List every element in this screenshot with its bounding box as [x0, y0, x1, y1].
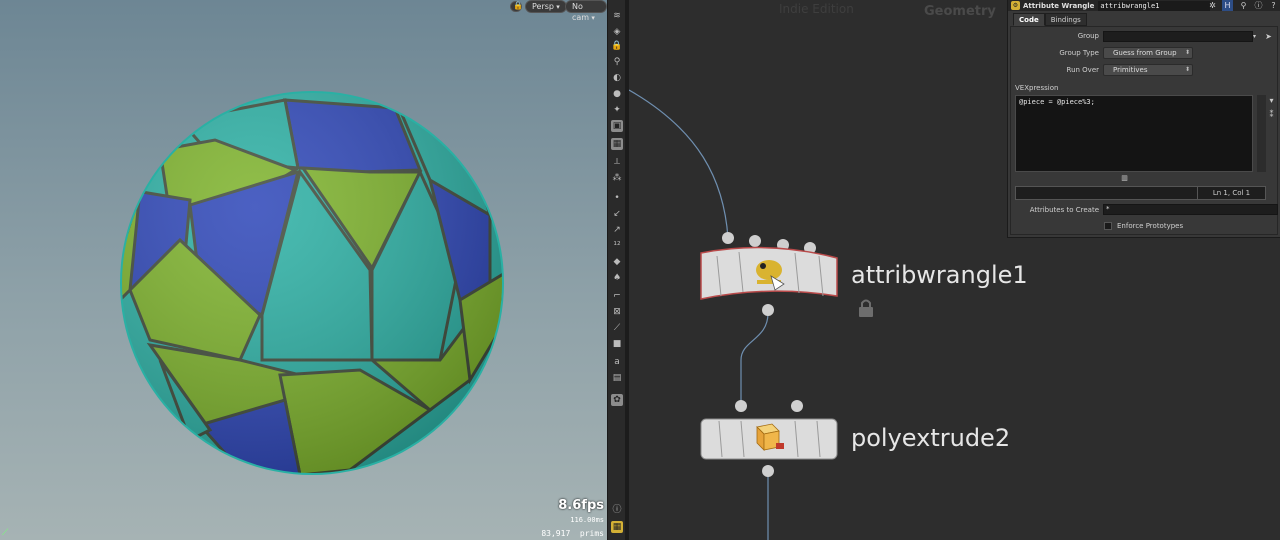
- tab-code[interactable]: Code: [1013, 13, 1045, 26]
- parameter-panel: ⚙ Attribute Wrangle attribwrangle1 ✲ H ⚲…: [1007, 0, 1280, 238]
- parameter-body: Group ▾ ➤ Group Type Guess from Group ⬍ R…: [1010, 26, 1278, 235]
- run-over-value: Primitives: [1113, 66, 1148, 74]
- wire-input: [629, 89, 729, 239]
- group-field[interactable]: [1103, 31, 1253, 42]
- help-question-icon[interactable]: ?: [1268, 0, 1279, 11]
- input-port-1[interactable]: [722, 232, 734, 244]
- run-over-label: Run Over: [1066, 66, 1099, 74]
- chart-icon[interactable]: ▤: [611, 372, 623, 384]
- attributes-to-create-field[interactable]: *: [1103, 204, 1278, 215]
- info-icon[interactable]: ⓘ: [611, 504, 623, 516]
- camera-view-menu[interactable]: Persp: [525, 0, 567, 13]
- expand-menu-icon[interactable]: ▾: [1266, 95, 1277, 106]
- updown-icon: ⬍: [1184, 66, 1190, 73]
- vector-icon[interactable]: ↗: [611, 224, 623, 236]
- node-attribwrangle1[interactable]: [700, 232, 838, 316]
- group-type-value: Guess from Group: [1113, 49, 1177, 57]
- sphere-geometry: [120, 91, 504, 475]
- gear-icon[interactable]: ✲: [1207, 0, 1218, 11]
- wrangle-type-icon: ⚙: [1011, 1, 1020, 10]
- vex-scrollbar[interactable]: [1257, 95, 1266, 172]
- input-port-2[interactable]: [749, 235, 761, 247]
- edge-icon[interactable]: ⟋: [611, 322, 623, 334]
- light-icon[interactable]: ●: [611, 88, 623, 100]
- shading-icon[interactable]: ◐: [611, 72, 623, 84]
- camera-menu[interactable]: No cam: [565, 0, 607, 22]
- updown-icon: ⬍: [1184, 49, 1190, 56]
- search-icon[interactable]: ⚲: [1238, 0, 1249, 11]
- tab-bindings[interactable]: Bindings: [1044, 13, 1087, 26]
- parameter-header: ⚙ Attribute Wrangle attribwrangle1 ✲ H ⚲…: [1008, 0, 1280, 11]
- resize-handle-icon[interactable]: ▥: [1119, 173, 1130, 184]
- vexpression-label: VEXpression: [1015, 84, 1059, 92]
- extrude-input-port-2[interactable]: [791, 400, 803, 412]
- lock-icon[interactable]: 🔒: [611, 40, 623, 52]
- bounds-icon[interactable]: ⌐: [611, 290, 623, 302]
- node-name-field[interactable]: attribwrangle1: [1098, 0, 1211, 11]
- primitive-icon[interactable]: ⊠: [611, 306, 623, 318]
- channel-icon[interactable]: ⁑: [1266, 109, 1277, 120]
- wire-wrangle-to-extrude: [740, 312, 769, 404]
- number-icon[interactable]: ¹²: [611, 240, 623, 252]
- layout-icon[interactable]: ▦: [611, 521, 623, 533]
- info-icon[interactable]: ⓘ: [1253, 0, 1264, 11]
- group-label: Group: [1077, 32, 1099, 40]
- vexpression-editor[interactable]: @piece = @piece%3;: [1015, 95, 1253, 172]
- scene-viewport[interactable]: 🔒 Persp No cam 8.6fps 116.00ms 83,917 pr…: [0, 0, 607, 540]
- settings-icon[interactable]: ✿: [611, 394, 623, 406]
- text-icon[interactable]: a: [611, 356, 623, 368]
- pin-icon[interactable]: ⚲: [611, 56, 623, 68]
- face-icon[interactable]: ■: [611, 338, 623, 350]
- node-polyextrude2[interactable]: [700, 400, 838, 477]
- select-arrow-icon[interactable]: ➤: [1263, 31, 1274, 42]
- bulb-icon[interactable]: ✦: [611, 104, 623, 116]
- axis-gizmo-icon: ⟋: [2, 528, 9, 538]
- display-options-icon[interactable]: ≋: [611, 10, 623, 22]
- group-type-menu[interactable]: Guess from Group ⬍: [1103, 47, 1193, 59]
- node-lock-icon[interactable]: [859, 299, 873, 318]
- ghost-icon[interactable]: ◈: [611, 26, 623, 38]
- node-type-label: Attribute Wrangle: [1023, 1, 1095, 10]
- frame-time-readout: 116.00ms: [570, 516, 604, 524]
- help-icon[interactable]: H: [1222, 0, 1233, 11]
- point-display-icon[interactable]: •: [611, 192, 623, 204]
- cursor-position: Ln 1, Col 1: [1197, 187, 1265, 199]
- output-port[interactable]: [762, 304, 774, 316]
- viewport-lock-icon[interactable]: 🔒: [510, 1, 523, 12]
- normal-icon[interactable]: ↙: [611, 208, 623, 220]
- prim-count: 83,917: [541, 529, 571, 538]
- houdini-window: 🔒 Persp No cam 8.6fps 116.00ms 83,917 pr…: [0, 0, 1280, 540]
- prim-count-readout: 83,917 prims: [541, 529, 604, 538]
- enforce-prototypes-label: Enforce Prototypes: [1117, 222, 1184, 230]
- extrude-input-port-1[interactable]: [735, 400, 747, 412]
- node-label-attribwrangle1[interactable]: attribwrangle1: [851, 261, 1028, 289]
- points-icon[interactable]: ⁂: [611, 172, 623, 184]
- run-over-menu[interactable]: Primitives ⬍: [1103, 64, 1193, 76]
- group-dropdown-icon[interactable]: ▾: [1249, 31, 1260, 42]
- vex-code[interactable]: @piece = @piece%3;: [1016, 96, 1252, 108]
- group-type-label: Group Type: [1059, 49, 1099, 57]
- enforce-prototypes-checkbox[interactable]: [1104, 222, 1112, 230]
- prim-label: prims: [579, 529, 604, 538]
- node-label-polyextrude2[interactable]: polyextrude2: [851, 424, 1010, 452]
- extrude-output-port[interactable]: [762, 465, 774, 477]
- template-icon[interactable]: ♠: [611, 272, 623, 284]
- attributes-to-create-label: Attributes to Create: [1029, 206, 1099, 214]
- viewport-toolbar: ≋ ◈ 🔒 ⚲ ◐ ● ✦ ▣ ▦ ⟂ ⁂ • ↙ ↗ ¹² ◆ ♠ ⌐ ⊠ ⟋…: [607, 0, 625, 540]
- camera-icon[interactable]: ▣: [611, 120, 623, 132]
- snap-icon[interactable]: ⟂: [611, 156, 623, 168]
- persp-icon[interactable]: ▦: [611, 138, 623, 150]
- parameter-tabs: Code Bindings: [1013, 13, 1087, 26]
- group-icon[interactable]: ◆: [611, 256, 623, 268]
- vex-status-bar: Ln 1, Col 1: [1015, 186, 1266, 200]
- fps-readout: 8.6fps: [558, 498, 604, 513]
